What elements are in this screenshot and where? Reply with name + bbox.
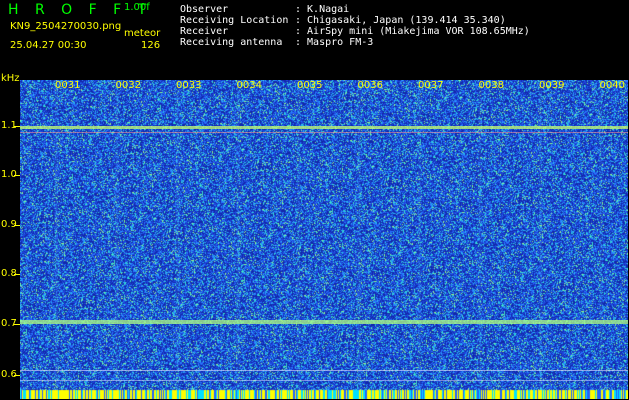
observer-label: Observer <box>180 4 229 15</box>
carrier-line-lower <box>20 320 628 324</box>
carrier-line-faint-2 <box>20 380 628 381</box>
y-axis-unit: kHz <box>1 73 20 84</box>
meteor-count: 126 <box>141 40 161 51</box>
y-tick-mark <box>14 324 20 325</box>
antenna-label: Receiving antenna <box>180 37 283 48</box>
y-tick-mark <box>14 375 20 376</box>
x-tick-label: 0036 <box>357 80 383 91</box>
receiver-value: : AirSpy mini (Miakejima VOR 108.65MHz) <box>295 26 530 37</box>
receiver-label: Receiver <box>180 26 229 37</box>
carrier-line-upper <box>20 126 628 129</box>
y-tick-mark <box>14 175 20 176</box>
antenna-value: : Maspro FM-3 <box>295 37 374 48</box>
location-label: Receiving Location <box>180 15 289 26</box>
carrier-line-pink <box>20 132 628 133</box>
x-tick-label: 0039 <box>539 80 565 91</box>
y-tick-mark <box>14 274 20 275</box>
x-tick-label: 0037 <box>418 80 444 91</box>
location-value: : Chigasaki, Japan (139.414 35.340) <box>295 15 506 26</box>
observer-value: : K.Nagai <box>295 4 350 15</box>
x-tick-label: 0032 <box>115 80 141 91</box>
app-version: 1.00f <box>124 2 150 13</box>
x-tick-label: 0038 <box>478 80 504 91</box>
y-tick-mark <box>14 225 20 226</box>
x-tick-label: 0040 <box>599 80 625 91</box>
carrier-line-faint-1 <box>20 370 628 371</box>
x-tick-label: 0031 <box>55 80 81 91</box>
file-name: KN9_2504270030.png <box>10 21 122 32</box>
y-tick-mark <box>14 126 20 127</box>
timestamp: 25.04.27 00:30 <box>10 40 87 51</box>
x-tick-label: 0034 <box>236 80 262 91</box>
x-tick-label: 0035 <box>297 80 323 91</box>
hrofft-window: H R O F F T 1.00f KN9_2504270030.png met… <box>0 0 629 400</box>
spectrogram <box>20 80 628 399</box>
mode-label: meteor <box>124 28 161 39</box>
x-tick-label: 0033 <box>176 80 202 91</box>
